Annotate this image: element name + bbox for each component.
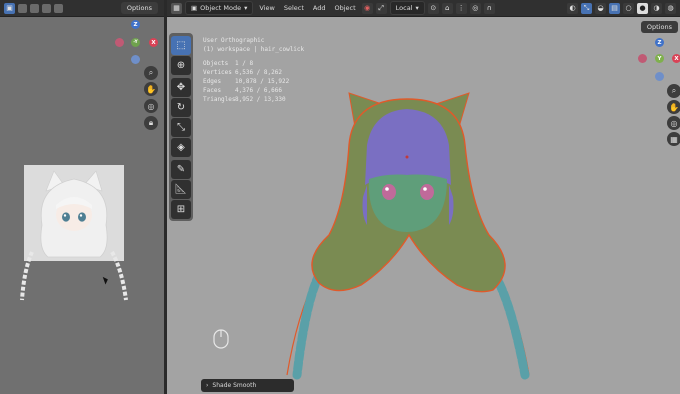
hair-model: [286, 92, 530, 380]
gizmo-x-axis[interactable]: X: [149, 38, 158, 47]
right-braid: [490, 270, 530, 380]
overlays-icon[interactable]: ◒: [595, 2, 606, 14]
menu-view[interactable]: View: [256, 4, 277, 12]
stat-label: Triangles: [203, 96, 236, 103]
mode-dropdown[interactable]: ▣ Object Mode ▾: [185, 1, 254, 15]
lock-icon[interactable]: 🔒︎: [144, 116, 158, 130]
mode-label: Object Mode: [200, 4, 242, 12]
3d-viewport[interactable]: ▦ ▣ Object Mode ▾ View Select Add Object ◉…: [167, 0, 680, 394]
view-name: User Orthographic: [203, 37, 265, 44]
pivot-point-icon[interactable]: ⊙: [427, 2, 439, 14]
tile-icon[interactable]: [54, 3, 63, 13]
mask-icon[interactable]: [30, 3, 39, 13]
add-cube-icon[interactable]: ⊞: [171, 200, 191, 219]
stat-value: 6,536 / 8,262: [235, 69, 282, 76]
stat-label: Faces: [203, 87, 222, 94]
move-icon[interactable]: ✥: [171, 78, 191, 97]
transform-orientation-icon[interactable]: ⤢: [375, 2, 387, 14]
left-braid: [292, 270, 324, 380]
falloff-icon[interactable]: ∩: [483, 2, 495, 14]
scale-icon[interactable]: ⤡: [171, 118, 191, 137]
gizmo-y-axis[interactable]: Y: [655, 54, 664, 63]
grid-icon[interactable]: ▦: [667, 132, 680, 146]
reference-character: [24, 165, 124, 261]
gizmo-neg-z-axis[interactable]: [131, 55, 140, 64]
hand-icon[interactable]: ✋: [667, 100, 680, 114]
reference-image: [24, 165, 124, 261]
grid-icon[interactable]: [42, 3, 51, 13]
image-editor-icon[interactable]: ▣: [4, 2, 15, 14]
gizmo-neg-z-axis[interactable]: [655, 72, 664, 81]
stat-label: Edges: [203, 78, 222, 85]
gizmo-neg-x-axis[interactable]: [638, 54, 647, 63]
wireframe-shading-icon[interactable]: ○: [623, 2, 634, 14]
stat-label: Objects: [203, 60, 229, 67]
annotate-icon[interactable]: ✎: [171, 160, 191, 179]
select-box-icon[interactable]: ⬚: [171, 36, 191, 55]
stat-row: Vertices 6,536 / 8,262: [203, 68, 304, 77]
last-operation-label: Shade Smooth: [212, 382, 257, 389]
menu-object[interactable]: Object: [331, 4, 358, 12]
left-eye: [382, 184, 396, 200]
xray-icon[interactable]: ▤: [609, 2, 620, 14]
gizmo-y-axis[interactable]: -Y: [131, 38, 140, 47]
transform-orientation-dropdown[interactable]: Local ▾: [389, 1, 425, 15]
solid-shading-icon[interactable]: ●: [637, 2, 648, 14]
gizmo-x-axis[interactable]: X: [672, 54, 680, 63]
gizmo-z-axis[interactable]: Z: [131, 20, 140, 29]
snap-target-icon[interactable]: ⋮: [455, 2, 467, 14]
camera-icon[interactable]: ◎: [667, 116, 680, 130]
measure-icon[interactable]: 📐︎: [171, 180, 191, 199]
last-operation-panel[interactable]: › Shade Smooth: [201, 379, 294, 392]
object-mode-icon: ▣: [191, 4, 198, 12]
chevron-down-icon: ▾: [244, 4, 248, 12]
material-shading-icon[interactable]: ◑: [651, 2, 662, 14]
mouse-hint-icon: [213, 329, 229, 349]
object-data-icon[interactable]: ◉: [361, 2, 373, 14]
image-editor-panel: ▣ Options Z -Y X ⌕ ✋ ◎ 🔒︎: [0, 0, 164, 394]
rotate-icon[interactable]: ↻: [171, 98, 191, 117]
gizmo-z-axis[interactable]: Z: [655, 38, 664, 47]
cursor-icon[interactable]: ⊕: [171, 56, 191, 75]
view-icon[interactable]: [18, 3, 27, 13]
stat-value: 1 / 8: [235, 60, 254, 67]
editor-type-icon[interactable]: ▦: [171, 2, 182, 14]
transform-orientation-label: Local: [395, 4, 413, 12]
options-button[interactable]: Options: [120, 2, 158, 14]
menu-add[interactable]: Add: [310, 4, 329, 12]
stat-row: Objects 1 / 8: [203, 59, 304, 68]
zoom-icon[interactable]: ⌕: [667, 84, 680, 98]
zoom-icon[interactable]: ⌕: [144, 66, 158, 80]
menu-select[interactable]: Select: [281, 4, 307, 12]
options-button[interactable]: Options: [640, 21, 678, 33]
reference-braids: [20, 251, 128, 301]
active-collection: (1) workspace | hair_cowlick: [203, 46, 305, 53]
chevron-right-icon: ›: [206, 382, 209, 389]
gizmo-toggle-icon[interactable]: ⤡: [581, 2, 592, 14]
visibility-icon[interactable]: ◐: [567, 2, 578, 14]
proportional-edit-icon[interactable]: ◎: [469, 2, 481, 14]
rendered-shading-icon[interactable]: ◍: [665, 2, 676, 14]
transform-icon[interactable]: ◈: [171, 138, 191, 157]
snap-icon[interactable]: ⌂: [441, 2, 453, 14]
viewport-header: ▦ ▣ Object Mode ▾ View Select Add Object ◉…: [167, 0, 680, 17]
stat-label: Vertices: [203, 69, 232, 76]
camera-icon[interactable]: ◎: [144, 99, 158, 113]
gizmo-neg-x-axis[interactable]: [115, 38, 124, 47]
chevron-down-icon: ▾: [415, 4, 419, 12]
hand-icon[interactable]: ✋: [144, 82, 158, 96]
right-eye: [420, 184, 434, 200]
